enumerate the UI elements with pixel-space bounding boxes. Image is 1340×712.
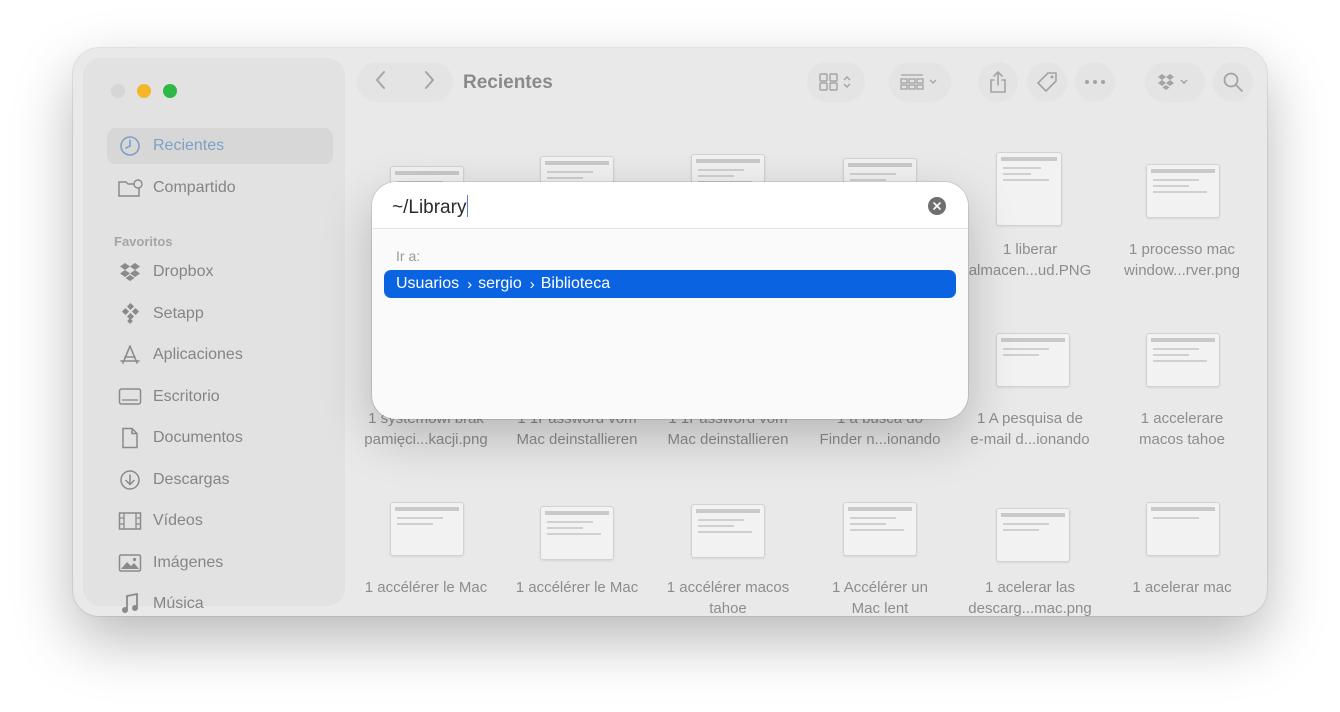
file-item[interactable]: 1 accelerare macos tahoe <box>1107 408 1257 450</box>
file-item[interactable]: 1 acelerar mac <box>1107 577 1257 598</box>
file-thumbnail[interactable] <box>691 504 765 558</box>
file-thumbnail[interactable] <box>540 506 614 560</box>
path-suggestion[interactable]: Usuarios › sergio › Biblioteca <box>384 270 956 298</box>
path-component: sergio <box>478 275 522 292</box>
file-item[interactable]: 1 Accélérer un Mac lent <box>805 577 955 616</box>
path-separator: › <box>467 275 473 293</box>
file-item[interactable]: 1 accélérer le Mac <box>502 577 652 598</box>
file-item[interactable]: 1 accélérer macos tahoe <box>653 577 803 616</box>
file-thumbnail[interactable] <box>390 502 464 556</box>
file-thumbnail[interactable] <box>1146 164 1220 218</box>
close-icon <box>933 202 941 210</box>
path-input-value[interactable]: ~/Library <box>392 195 469 219</box>
file-item[interactable]: 1 accélérer le Mac <box>351 577 501 598</box>
file-thumbnail[interactable] <box>996 508 1070 562</box>
file-thumbnail[interactable] <box>1146 333 1220 387</box>
file-thumbnail[interactable] <box>996 333 1070 387</box>
path-component: Biblioteca <box>540 275 611 292</box>
path-separator: › <box>529 275 535 293</box>
file-item[interactable]: 1 A pesquisa de e-mail d...ionando <box>955 408 1105 450</box>
file-thumbnail[interactable] <box>1146 502 1220 556</box>
file-thumbnail[interactable] <box>843 502 917 556</box>
text-caret <box>467 195 469 217</box>
file-item[interactable]: 1 liberar almacen...ud.PNG <box>955 239 1105 281</box>
go-to-folder-dialog: ~/Library Ir a: Usuarios › sergio › Bibl… <box>372 182 968 419</box>
file-item[interactable]: 1 acelerar las descarg...mac.png <box>955 577 1105 616</box>
file-thumbnail[interactable] <box>996 152 1062 226</box>
path-input-field[interactable]: ~/Library <box>372 182 968 229</box>
file-item[interactable]: 1 processo mac window...rver.png <box>1107 239 1257 281</box>
clear-input-button[interactable] <box>928 197 946 215</box>
goto-label: Ir a: <box>396 248 421 264</box>
path-component: Usuarios <box>396 275 460 292</box>
